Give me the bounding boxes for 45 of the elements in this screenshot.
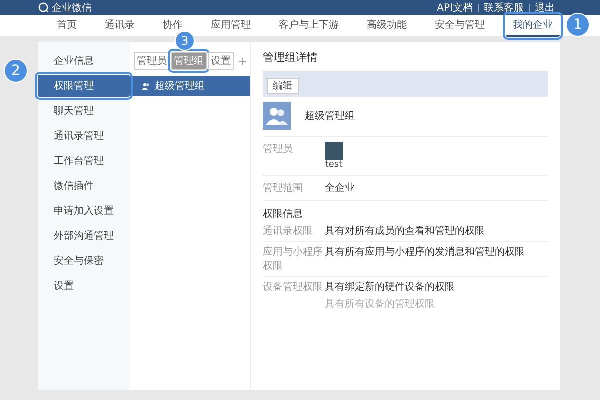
sidebar-item[interactable]: 通讯录管理 [38,125,130,147]
sidebar-item[interactable]: 安全与保密 [38,250,130,272]
segment-tab[interactable]: 管理员 [134,52,170,70]
field-label: 设备管理权限 [263,280,324,295]
field-label: 通讯录权限 [263,224,314,238]
sidebar-item[interactable]: 微信插件 [38,175,130,197]
group-avatar-icon [263,102,291,130]
nav-tab[interactable]: 应用管理 [204,14,258,36]
field-label: 应用与小程序权限 [263,246,324,273]
callout-badge: 2 [4,59,28,83]
sidebar-item[interactable]: 设置 [38,275,130,297]
field-label: 管理范围 [263,182,304,195]
permission-text: 具有所有设备的管理权限 [325,298,436,311]
group-list-item[interactable]: 超级管理组 [130,76,250,96]
segment-tab[interactable]: 设置 [208,52,234,70]
nav-tab[interactable]: 通讯录 [98,14,142,36]
nav-tab[interactable]: 客户与上下游 [272,14,346,36]
sidebar-item[interactable]: 企业信息 [38,50,130,72]
group-icon [142,82,151,90]
header-link[interactable]: 联系客服 [484,0,524,14]
section-title: 权限信息 [263,208,304,221]
sidebar-item[interactable]: 聊天管理 [38,100,130,122]
sidebar-item[interactable]: 外部沟通管理 [38,225,130,247]
nav-tab[interactable]: 首页 [50,14,84,36]
field-label: 管理员 [263,143,294,157]
sidebar-item[interactable]: 权限管理 [38,75,130,97]
header-link[interactable]: API文档 [437,0,473,14]
group-title: 超级管理组 [305,110,355,123]
field-value: 全企业 [325,182,355,195]
permission-text: 具有绑定新的硬件设备的权限 [325,280,455,294]
nav-tab[interactable]: 我的企业 [506,14,560,36]
panel-title: 管理组详情 [263,50,319,65]
sidebar-item[interactable]: 申请加入设置 [38,200,130,222]
app-logo-text: 企业微信 [52,2,92,14]
group-name: 超级管理组 [155,80,205,93]
permission-text: 具有所有应用与小程序的发消息和管理的权限 [325,246,525,259]
nav-tab[interactable]: 高级功能 [360,14,414,36]
nav-tab[interactable]: 安全与管理 [428,14,492,36]
edit-button[interactable]: 编辑 [267,78,299,94]
callout-badge: 1 [566,12,590,36]
sidebar-item[interactable]: 工作台管理 [38,150,130,172]
admin-name: test [325,160,343,170]
permission-text: 具有对所有成员的查看和管理的权限 [325,224,485,238]
avatar-placeholder [325,142,343,160]
header-link[interactable]: 退出 [535,0,555,14]
